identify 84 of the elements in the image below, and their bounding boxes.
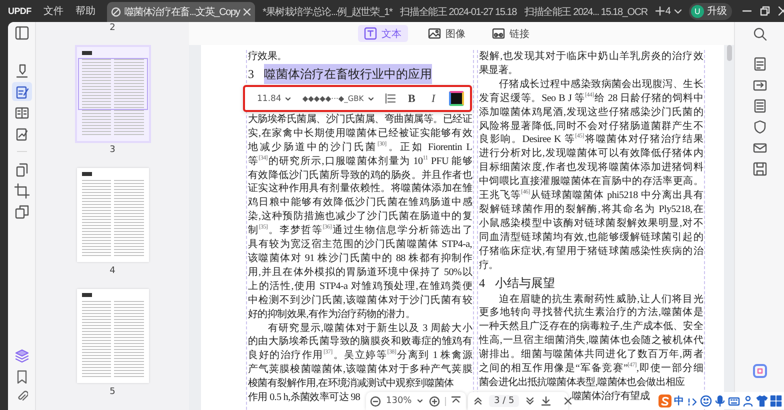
highlighter-icon bbox=[14, 62, 30, 78]
document-tab[interactable]: 扫描全能王 2024... 15.18_OCR bbox=[520, 2, 652, 22]
circle-slash-icon bbox=[111, 7, 122, 17]
paragraph: 有研究显示,噬菌体对于新生以及 3 周龄大小 的由大肠埃希氏菌导致的脑膜炎和败毒症的雏鸡有 良好的治疗作用$^{[37]}$。吴立婷等$^{[38]}$分离到 1 株禽源 产气荚膜梭菌噬菌体,该噬菌体对于多种产气荚膜 梭菌有裂解作用,在环境消减测试中观察到噬菌体 bbox=[248, 322, 472, 392]
text-icon bbox=[364, 27, 376, 40]
edit-mode-tab[interactable]: 文本 bbox=[358, 25, 408, 42]
first-page-icon[interactable] bbox=[473, 396, 483, 406]
shield-icon[interactable] bbox=[752, 120, 766, 134]
caret-icon[interactable] bbox=[672, 6, 683, 16]
paperclip-icon[interactable] bbox=[16, 390, 28, 402]
input-mode-toggle[interactable]: 中 bbox=[674, 394, 684, 408]
person-icon[interactable] bbox=[742, 394, 754, 406]
grid-icon[interactable] bbox=[770, 394, 782, 406]
text-line: 作用 0.5 h,杀菌效率可达 98 bbox=[248, 391, 360, 405]
page-thumbnail[interactable] bbox=[76, 289, 148, 383]
paragraph: 裂解,也发现其对于临床中奶山羊乳房炎的治疗效 果显著。 bbox=[479, 50, 703, 78]
export-icon[interactable] bbox=[752, 78, 766, 92]
zoom-out-icon[interactable] bbox=[370, 396, 381, 406]
font-size-dropdown[interactable]: 11.84 bbox=[257, 94, 292, 104]
edit-document-icon bbox=[14, 84, 30, 100]
text-line: 噬菌体治疗有望成 bbox=[572, 390, 650, 404]
paragraph: 仔猪成长过程中感染致病菌会出现腹泻、生长 发育迟缓等。Seo B J 等$^{[44]}$给 28 日龄仔猪的饲料中 添加噬菌体鸡尾酒,发现这些仔猪感染沙门氏菌的 风险将显著降低,同时不会对仔猪肠道菌群产生不 良影响。Desiree K 等$^{[45]}$将噬菌体对仔猪治疗结果 进行分析对比,发现噬菌体可以有效降低仔猪体内 目标细菌浓度,作者也发现将噬菌体添加进猪饲料 中饲喂比直接灌服噬菌体在盲肠中的存活率更高。 王兆飞等$^{[46]}$从链球菌噬菌体 phi5218 中分离出具有 裂解链球菌作用的裂解酶,将其命名为 Ply5218,在 小鼠感染模型中该酶对链球菌裂解效果明显,对不 同血清型链球菌均有效,也能够缓解链球菌引起的 仔猪临床症状,有望用于猪链球菌感染性疾病的治 疗。 bbox=[479, 78, 703, 272]
zoom-in-icon[interactable] bbox=[428, 396, 440, 406]
link-icon bbox=[492, 27, 504, 40]
save-icon[interactable] bbox=[752, 162, 766, 176]
smiley-icon[interactable] bbox=[700, 394, 712, 406]
layers-icon[interactable] bbox=[14, 349, 28, 363]
menu-item[interactable]: 帮助 bbox=[75, 4, 96, 18]
form-icon bbox=[14, 104, 30, 120]
paragraph: 大肠埃希氏菌属、沙门氏菌属、弯曲菌属等。已经证 实,在家禽中长期使用噬菌体已经被证实能够有效 地减少肠道中的沙门氏菌$^{[30]}$。正如 Fiorentin L 等$^{[34]}$的研究所示,口服噬菌体剂量为 10$^{11}$ PFU 能够 有效降低沙门氏菌所导致的鸡的肠炎。并且作者也 证实这种作用具有剂量依赖性。将噬菌体添加在雏 鸡日粮中能够有效降低沙门氏菌在雏鸡肠道中感 染,这种预防措施也减少了沙门氏菌在肠道中的复 制$^{[35]}$。李梦哲等$^{[36]}$通过生物信息学分析筛选出了 具有较为宽泛宿主范围的沙门氏菌噬菌体 STP4-a, 该噬菌体对 91 株沙门氏菌中的 88 株都有抑制作 用,并且在体外模拟的胃肠道环境中保持了 50%以 上的活性,使用 STP4-a 对雏鸡预处理,在雏鸡粪便 中检测不到沙门氏菌,该噬菌体对于沙门氏菌有较 好的抑制效果,有作为治疗药物的潜力。 bbox=[248, 112, 472, 322]
caret-icon bbox=[284, 94, 292, 102]
signature-icon bbox=[14, 126, 30, 142]
window-count[interactable]: 4 bbox=[665, 6, 671, 16]
menu-item[interactable]: 文件 bbox=[43, 4, 64, 18]
paragraph: 疗效果。 bbox=[248, 50, 288, 64]
avatar: U bbox=[690, 4, 704, 18]
bold-button[interactable]: B bbox=[406, 92, 418, 104]
mail-icon[interactable] bbox=[752, 141, 766, 155]
document-tab[interactable]: *果树栽培学总论...例_赵世荣_1* bbox=[258, 2, 396, 22]
upgrade-button[interactable]: U 升级 bbox=[688, 2, 732, 20]
colorful-app-icon[interactable] bbox=[752, 364, 766, 378]
plus-icon[interactable] bbox=[655, 6, 666, 16]
bookmark-icon[interactable] bbox=[16, 370, 28, 384]
shirt-icon[interactable] bbox=[756, 394, 768, 406]
document-tab[interactable]: 扫描全能王 2024-01-27 15.18 bbox=[396, 2, 521, 22]
page-number: 5 bbox=[110, 387, 116, 397]
app-logo: UPDF bbox=[8, 6, 32, 16]
caret-icon bbox=[416, 397, 424, 405]
caret-icon bbox=[366, 94, 375, 102]
section-heading: 噬菌体治疗在畜牧行业中的应用 bbox=[264, 64, 432, 84]
logo-icon[interactable] bbox=[658, 394, 672, 408]
restore-icon[interactable] bbox=[760, 6, 770, 16]
image-icon bbox=[428, 27, 440, 40]
section-number: 3 bbox=[248, 66, 254, 83]
search-icon[interactable] bbox=[752, 27, 766, 41]
paragraph: 迫在眉睫的抗生素耐药性威胁,让人们将目光 更多地转向寻找替代抗生素治疗的方法,噬菌体是 一种天然且广泛存在的病毒粒子,生产成本低、安全 性高,一旦宿主细菌消失,噬菌体也会随之被机体代 谢排出。细菌与噬菌体共同进化了数百万年,两者 之间的相互作用像是“军备竞赛”$^{[47]}$,即使一部分细 菌会进化出抵抗噬菌体表型,噬菌体也会做出相应 bbox=[479, 292, 703, 390]
page-number: 3 bbox=[110, 145, 116, 155]
panel-icon[interactable] bbox=[14, 26, 28, 40]
document-tab[interactable]: 噬菌体治疗在畜...文英_Copy bbox=[107, 2, 255, 22]
edit-mode-tab[interactable]: 链接 bbox=[486, 25, 536, 42]
section-heading: 小结与展望 bbox=[495, 274, 555, 292]
zoom-dropdown[interactable]: 130% bbox=[386, 396, 424, 406]
edit-mode-tab[interactable]: 图像 bbox=[422, 25, 472, 42]
document-icon[interactable] bbox=[752, 57, 766, 71]
page-lines-icon[interactable] bbox=[752, 99, 766, 113]
keyboard-icon[interactable] bbox=[728, 394, 740, 406]
align-icon[interactable] bbox=[384, 93, 396, 104]
page-number-field[interactable]: 3 / 5 bbox=[489, 395, 520, 407]
download-icon[interactable] bbox=[541, 396, 552, 406]
scrollbar-thumb[interactable] bbox=[727, 45, 732, 61]
page-number: 2 bbox=[110, 23, 116, 33]
edit-tool-button[interactable] bbox=[12, 82, 32, 101]
section-number: 4 bbox=[479, 274, 485, 292]
close-icon[interactable] bbox=[563, 396, 574, 406]
crop-icon bbox=[14, 182, 30, 198]
color-picker[interactable] bbox=[449, 91, 464, 106]
last-page-icon[interactable] bbox=[525, 396, 536, 406]
page-thumbnail[interactable] bbox=[76, 47, 148, 141]
italic-button[interactable]: I bbox=[427, 92, 440, 104]
microphone-icon[interactable] bbox=[714, 394, 726, 406]
pages-icon bbox=[14, 162, 30, 178]
copy-icon bbox=[14, 204, 30, 220]
page-thumbnail[interactable] bbox=[76, 168, 148, 262]
page-number: 4 bbox=[110, 266, 116, 276]
